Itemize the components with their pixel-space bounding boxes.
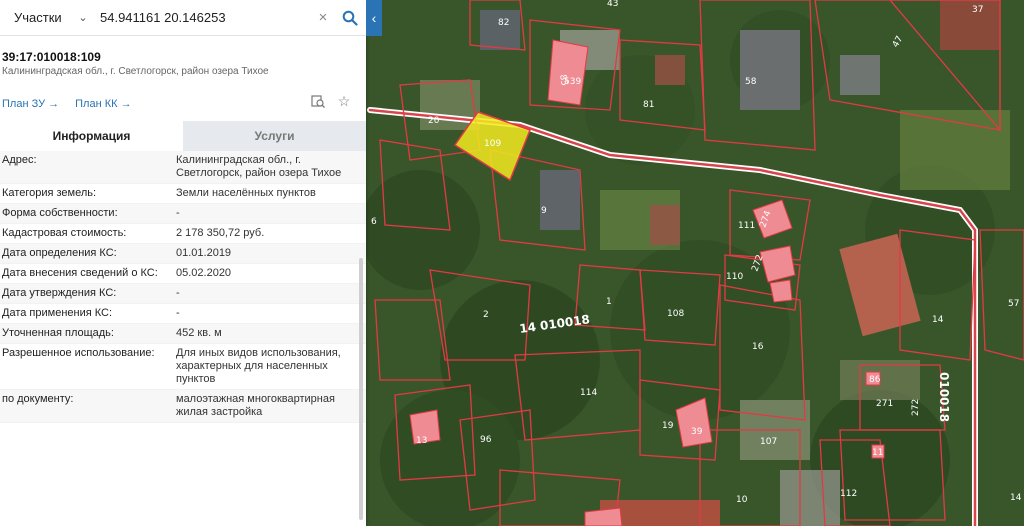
print-search-icon[interactable] <box>310 93 326 109</box>
svg-text:43: 43 <box>607 0 618 9</box>
svg-text:14: 14 <box>1010 493 1022 503</box>
row-label: Кадастровая стоимость: <box>2 227 127 239</box>
row-value: 2 178 350,72 руб. <box>176 227 265 239</box>
svg-text:82: 82 <box>498 18 509 28</box>
table-row: Разрешенное использование: Для иных видо… <box>0 344 366 390</box>
row-label: Форма собственности: <box>2 207 118 219</box>
svg-text:16: 16 <box>752 342 764 352</box>
plan-kk-link[interactable]: План КК → <box>75 98 131 110</box>
table-row: Форма собственности: - <box>0 204 366 224</box>
tabs: Информация Услуги <box>0 121 366 151</box>
chevron-left-icon: ‹ <box>371 10 377 26</box>
row-value: Для иных видов использования, характерны… <box>176 347 341 385</box>
svg-text:86: 86 <box>869 375 881 385</box>
svg-text:57: 57 <box>1008 299 1019 309</box>
table-row: Дата утверждения КС: - <box>0 284 366 304</box>
svg-text:107: 107 <box>760 437 777 447</box>
svg-text:2: 2 <box>483 310 489 320</box>
svg-text:111: 111 <box>738 221 755 231</box>
info-panel: Участки ⌄ × 39:17:010018:109 Калининград… <box>0 0 366 526</box>
row-value: - <box>176 307 180 319</box>
search-input[interactable] <box>92 3 312 32</box>
svg-text:20: 20 <box>428 116 440 126</box>
row-label: Дата внесения сведений о КС: <box>2 267 158 279</box>
table-row: по документу: малоэтажная многоквартирна… <box>0 390 366 423</box>
row-label: Разрешенное использование: <box>2 347 155 359</box>
svg-text:9: 9 <box>541 206 547 216</box>
star-icon[interactable]: ☆ <box>336 93 352 109</box>
table-row: Категория земель: Земли населённых пункт… <box>0 184 366 204</box>
object-address: Калининградская обл., г. Светлогорск, ра… <box>2 66 269 77</box>
table-row: Кадастровая стоимость: 2 178 350,72 руб. <box>0 224 366 244</box>
plan-zu-link[interactable]: План ЗУ → <box>2 98 59 110</box>
svg-text:272: 272 <box>911 399 921 416</box>
cadastral-number: 39:17:010018:109 <box>2 50 101 64</box>
svg-text:58: 58 <box>745 77 757 87</box>
table-row: Дата определения КС: 01.01.2019 <box>0 244 366 264</box>
row-label: Дата утверждения КС: <box>2 287 117 299</box>
row-label: Уточненная площадь: <box>2 327 114 339</box>
search-icon <box>342 10 358 26</box>
close-icon[interactable]: × <box>312 9 334 26</box>
tab-services[interactable]: Услуги <box>183 121 366 151</box>
svg-text:109: 109 <box>484 139 501 149</box>
chevron-down-icon[interactable]: ⌄ <box>74 11 92 24</box>
plan-links: План ЗУ → План КК → ☆ <box>0 93 366 115</box>
svg-text:39: 39 <box>691 427 703 437</box>
panel-scrollbar[interactable] <box>359 258 363 520</box>
row-value: малоэтажная многоквартирная жилая застро… <box>176 393 335 418</box>
svg-text:10: 10 <box>736 495 748 505</box>
object-header: 39:17:010018:109 Калининградская обл., г… <box>0 36 366 77</box>
svg-text:108: 108 <box>667 309 684 319</box>
details-table: Адрес: Калининградская обл., г. Светлого… <box>0 151 366 423</box>
search-bar: Участки ⌄ × <box>0 0 366 36</box>
svg-text:110: 110 <box>726 272 743 282</box>
svg-text:85: 85 <box>557 74 569 87</box>
row-value: Калининградская обл., г. Светлогорск, ра… <box>176 154 342 179</box>
row-value: - <box>176 287 180 299</box>
row-value: - <box>176 207 180 219</box>
table-row: Уточненная площадь: 452 кв. м <box>0 324 366 344</box>
svg-text:13: 13 <box>416 436 427 446</box>
search-type-select[interactable]: Участки <box>0 10 74 25</box>
row-value: 05.02.2020 <box>176 267 232 279</box>
table-row: Адрес: Калининградская обл., г. Светлого… <box>0 151 366 184</box>
svg-text:37: 37 <box>972 5 983 15</box>
svg-text:114: 114 <box>580 388 597 398</box>
row-label: Адрес: <box>2 154 37 166</box>
table-row: Дата применения КС: - <box>0 304 366 324</box>
row-label: Дата определения КС: <box>2 247 117 259</box>
row-label: Категория земель: <box>2 187 97 199</box>
svg-text:11: 11 <box>872 448 883 458</box>
table-row: Дата внесения сведений о КС: 05.02.2020 <box>0 264 366 284</box>
row-value: 01.01.2019 <box>176 247 232 259</box>
row-label: Дата применения КС: <box>2 307 113 319</box>
svg-text:1: 1 <box>606 297 612 307</box>
svg-text:6: 6 <box>371 217 377 227</box>
svg-text:112: 112 <box>840 489 857 499</box>
svg-text:010018: 010018 <box>937 372 951 422</box>
row-value: Земли населённых пунктов <box>176 187 316 199</box>
row-value: 452 кв. м <box>176 327 222 339</box>
collapse-panel-button[interactable]: ‹ <box>366 0 382 36</box>
svg-text:19: 19 <box>662 421 674 431</box>
row-label: по документу: <box>2 393 74 405</box>
svg-text:14: 14 <box>932 315 944 325</box>
svg-text:96: 96 <box>480 435 492 445</box>
svg-text:271: 271 <box>876 399 893 409</box>
tab-info[interactable]: Информация <box>0 121 183 151</box>
search-button[interactable] <box>334 0 366 36</box>
svg-text:81: 81 <box>643 100 654 110</box>
